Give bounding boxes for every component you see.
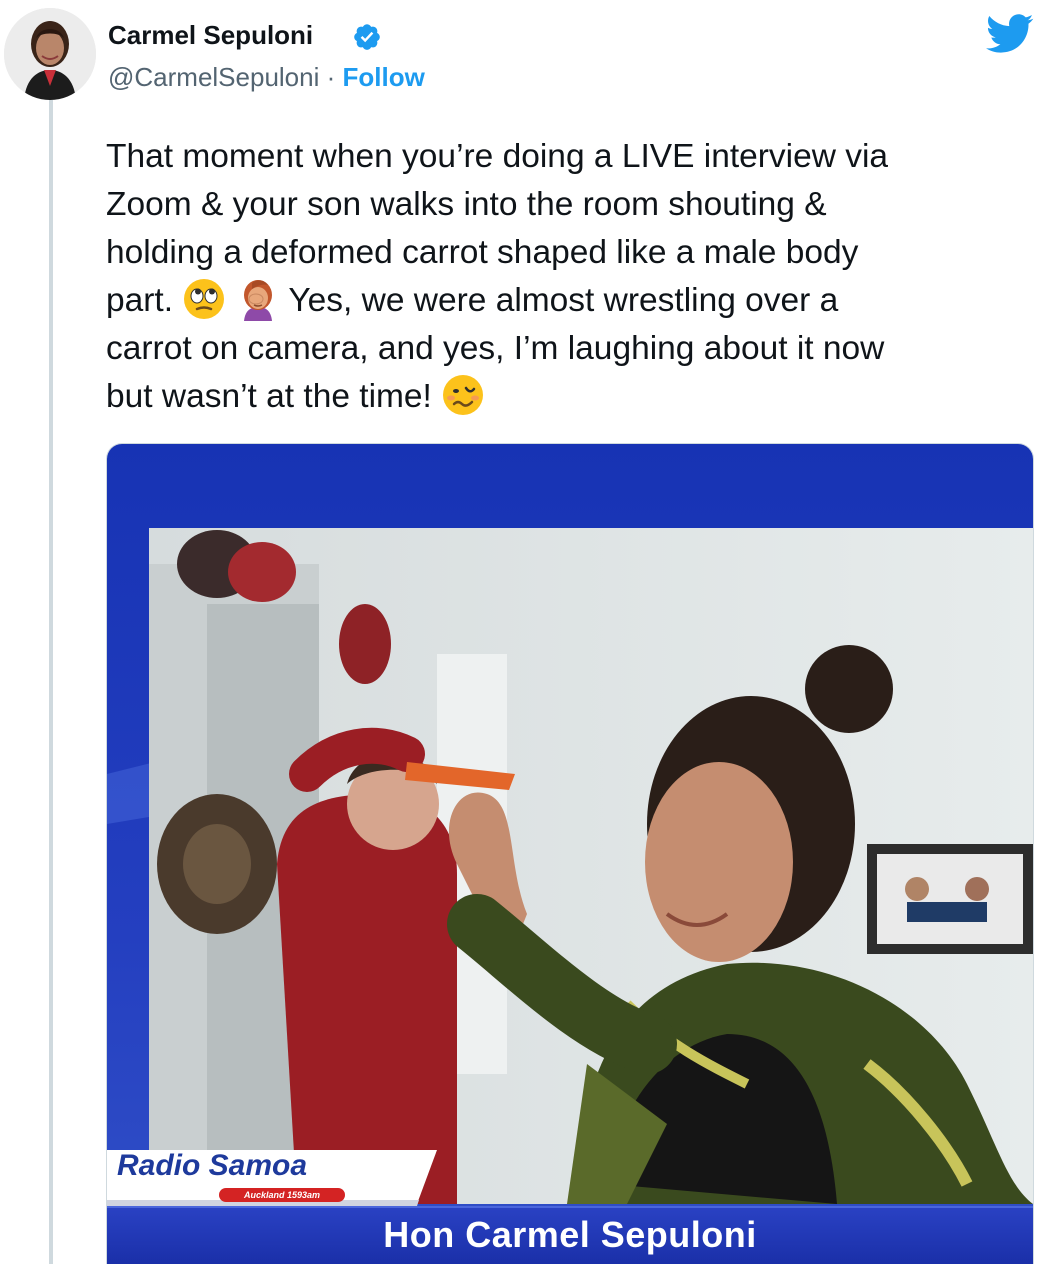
tweet-line-part: but wasn’t at the time! xyxy=(106,378,432,415)
handle-row: @CarmelSepuloni · Follow xyxy=(108,62,425,93)
avatar[interactable] xyxy=(4,8,96,100)
verified-badge-icon xyxy=(354,24,380,50)
tweet-line-part: Yes, we were almost wrestling over a xyxy=(288,282,839,319)
tweet-line: Zoom & your son walks into the room shou… xyxy=(106,186,827,223)
woozy-face-emoji-icon xyxy=(443,375,484,415)
tweet-line: part. Yes, we were almost wrestling over… xyxy=(106,277,1036,325)
tweet-line: holding a deformed carrot shaped like a … xyxy=(106,234,859,271)
woman-facepalming-emoji-icon xyxy=(243,280,272,321)
tweet-text: That moment when you’re doing a LIVE int… xyxy=(106,133,1036,421)
station-name: Radio Samoa xyxy=(117,1149,308,1182)
tweet-media-video[interactable]: Radio Samoa Auckland 1593am Hon Carmel S… xyxy=(106,443,1034,1264)
tweet-card: Carmel Sepuloni @CarmelSepuloni · Follow… xyxy=(0,0,1048,1264)
twitter-bird-icon[interactable] xyxy=(986,14,1034,54)
tweet-line: carrot on camera, and yes, I’m laughing … xyxy=(106,330,885,367)
author-handle[interactable]: @CarmelSepuloni xyxy=(108,62,319,92)
author-name[interactable]: Carmel Sepuloni xyxy=(108,20,313,51)
separator-dot: · xyxy=(326,62,336,92)
tweet-line: but wasn’t at the time! xyxy=(106,373,1036,421)
follow-button[interactable]: Follow xyxy=(343,62,425,92)
video-frame xyxy=(107,444,1033,1264)
video-caption: Hon Carmel Sepuloni xyxy=(383,1214,757,1255)
station-frequency: Auckland 1593am xyxy=(219,1188,345,1202)
tweet-line-part: part. xyxy=(106,282,174,319)
thread-line xyxy=(49,92,53,1264)
tweet-line: That moment when you’re doing a LIVE int… xyxy=(106,138,889,175)
rolling-eyes-emoji-icon xyxy=(184,279,225,319)
